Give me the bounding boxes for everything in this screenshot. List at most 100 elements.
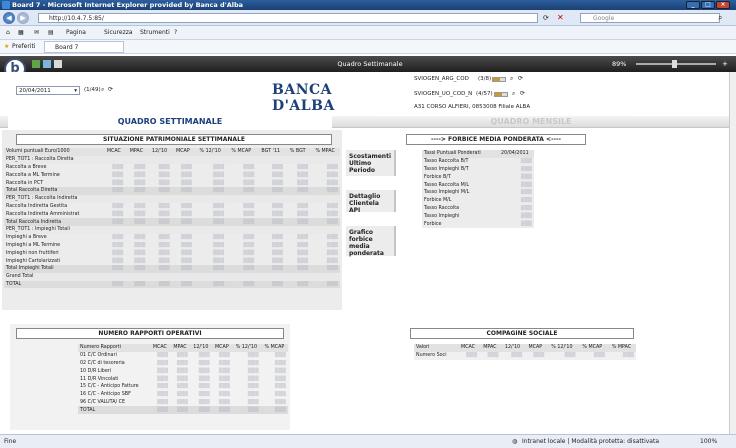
rapporti-header: 12/'10 (189, 344, 212, 352)
blurred-cell: ▒▒▒ (112, 211, 124, 217)
row-label: Forbice B/T (424, 174, 451, 180)
row-label: Impieghi a ML Termine (6, 242, 61, 248)
mail-icon[interactable]: ✉ (34, 26, 39, 40)
forbice-header: 20/04/2011 (495, 150, 534, 158)
toolbar-icon-2[interactable] (43, 60, 51, 68)
blurred-cell: ▒▒▒ (272, 203, 284, 209)
situazione-header: BGT '11 (256, 148, 286, 156)
blurred-cell: ▒▒▒ (533, 353, 545, 359)
tools-menu[interactable]: Strumenti (140, 26, 170, 40)
forward-button[interactable]: ▶ (17, 12, 29, 24)
uo-refresh-icon[interactable]: ⟳ (520, 90, 525, 97)
zoom-plus-icon[interactable]: + (722, 56, 728, 72)
rapporti-header: MPAC (170, 344, 190, 352)
blurred-cell: ▒▒▒ (157, 353, 169, 359)
blurred-cell: ▒▒▒ (189, 406, 212, 415)
page-menu[interactable]: Pagina (66, 26, 86, 40)
date-select[interactable]: 20/04/2011 ▾ (16, 86, 80, 95)
search-input[interactable]: Google (580, 13, 720, 23)
situazione-table: Volumi puntuali Euro/1000 MCAC MPAC 12/'10 M… (4, 148, 340, 289)
home-icon[interactable]: ⌂ (6, 26, 10, 40)
blurred-cell: ▒▒▒ (326, 235, 338, 241)
toolbar-icon-3[interactable] (54, 60, 62, 68)
feeds-icon[interactable]: ▦ (18, 26, 24, 40)
print-icon[interactable]: ▤ (48, 26, 54, 40)
blurred-cell: ▒▒▒ (520, 205, 532, 211)
tab-quadro-mensile[interactable]: QUADRO MENSILE (334, 116, 728, 128)
favorites-label[interactable]: Preferiti (12, 40, 36, 54)
toolbar-icon-1[interactable] (32, 60, 40, 68)
compagine-header: Valori (414, 344, 457, 352)
blurred-cell: ▒▒▒ (134, 235, 146, 241)
blurred-cell (256, 225, 286, 234)
arg-refresh-icon[interactable]: ⟳ (518, 75, 523, 82)
favorites-star-icon[interactable]: ★ (4, 40, 9, 54)
row-label: TOTAL (78, 406, 150, 415)
pager-refresh-icon[interactable]: ⟳ (108, 86, 113, 93)
blurred-cell: ▒▒▒ (171, 264, 195, 273)
zoom-slider-handle[interactable] (672, 60, 677, 68)
blurred-cell: ▒▒▒ (158, 180, 170, 186)
blurred-cell: ▒▒▒ (326, 164, 338, 170)
close-button[interactable]: × (716, 1, 730, 9)
table-row: Tasso Impieghi M/L ▒▒▒ (422, 189, 534, 197)
blurred-cell (310, 194, 340, 203)
blurred-cell: ▒▒▒ (511, 353, 523, 359)
blurred-cell: ▒▒▒ (149, 406, 171, 415)
bank-logo: BANCA D'ALBA (272, 82, 335, 114)
refresh-icon[interactable]: ⟳ (543, 14, 549, 22)
pager-search-icon[interactable]: ⌕ (101, 86, 104, 94)
situazione-header: 12/'10 (147, 148, 172, 156)
row-label: Tasso Raccolta (424, 205, 460, 211)
dettaglio-clientela-button[interactable]: Dettaglio Clientela API (346, 190, 396, 214)
row-label: 01 C/C Ordinari (80, 353, 117, 359)
security-menu[interactable]: Sicurezza (104, 26, 133, 40)
browser-tab[interactable]: Board 7 (44, 41, 124, 53)
arg-search-icon[interactable]: ⌕ (510, 75, 513, 83)
blurred-cell: ▒▒▒ (247, 399, 259, 405)
blurred-cell: ▒▒▒ (622, 353, 634, 359)
blurred-cell: ▒▒▒ (310, 218, 340, 226)
minimize-button[interactable]: _ (686, 1, 700, 9)
favorites-bar: ★ Preferiti Board 7 (0, 40, 736, 54)
blurred-cell: ▒▒▒ (176, 368, 188, 374)
search-icon[interactable]: ⌕ (718, 13, 722, 23)
arg-code-label: SVIOGEN_ARG_COD (414, 76, 469, 82)
blurred-cell: ▒▒▒ (158, 258, 170, 264)
compagine-header: % 12/'10 (546, 344, 578, 352)
uo-search-icon[interactable]: ⌕ (512, 90, 515, 98)
back-button[interactable]: ◀ (3, 12, 15, 24)
blurred-cell: ▒▒▒ (243, 250, 255, 256)
maximize-button[interactable]: □ (701, 1, 715, 9)
row-label: Impieghi Cartolarizzati (6, 258, 61, 264)
row-label: Raccolta a Breve (6, 164, 47, 170)
blurred-cell (171, 155, 195, 164)
blurred-cell: ▒▒▒ (134, 242, 146, 248)
status-zoom[interactable]: 100% (700, 435, 717, 448)
blurred-cell (147, 272, 172, 281)
table-row: 01 C/C Ordinari ▒▒▒ ▒▒▒ ▒▒▒ ▒▒▒ ▒▒▒ ▒▒▒ (78, 352, 288, 360)
row-label: Tasso Impieghi M/L (424, 190, 470, 196)
scostamenti-button[interactable]: Scostamenti Ultimo Periodo (346, 150, 396, 176)
blurred-cell: ▒▒▒ (134, 172, 146, 178)
blurred-cell: ▒▒▒ (231, 406, 261, 415)
help-icon[interactable]: ? (174, 26, 177, 40)
row-label: Forbice (424, 221, 442, 227)
blurred-cell: ▒▒▒ (213, 211, 225, 217)
row-label: Impieghi a Breve (6, 235, 47, 241)
blurred-cell: ▒▒▒ (272, 250, 284, 256)
blurred-cell: ▒▒▒ (285, 280, 311, 289)
blurred-cell: ▒▒▒ (218, 353, 230, 359)
pager: (1/49) (84, 87, 101, 93)
page-scrollbar[interactable] (729, 72, 736, 434)
url-input[interactable]: http://10.4.7.5:85/ (38, 13, 538, 23)
table-row: Forbice ▒▒▒ (422, 220, 534, 228)
stop-icon[interactable]: ✕ (557, 13, 564, 22)
blurred-cell: ▒▒▒ (326, 250, 338, 256)
blurred-cell: ▒▒▒ (256, 280, 286, 289)
table-row: Forbice M/L ▒▒▒ (422, 197, 534, 205)
grafico-forbice-button[interactable]: Grafico forbice media ponderata (346, 226, 396, 257)
blurred-cell: ▒▒▒ (243, 235, 255, 241)
tab-quadro-settimanale[interactable]: QUADRO SETTIMANALE (8, 116, 332, 128)
blurred-cell: ▒▒▒ (194, 280, 227, 289)
